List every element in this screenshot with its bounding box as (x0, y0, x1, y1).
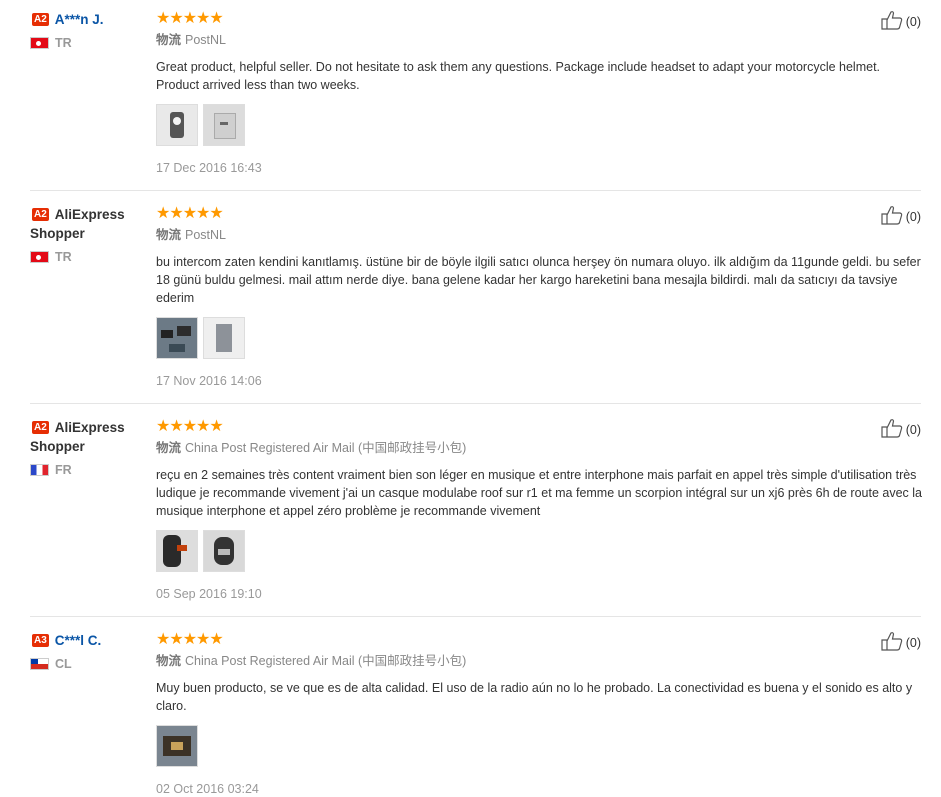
reviewer-name[interactable]: A***n J. (55, 12, 104, 27)
reviewer-name-line: A3 C***l C. (30, 631, 150, 650)
review-photo-thumbnail[interactable] (156, 530, 198, 572)
review-photo-thumbnail[interactable] (203, 530, 245, 572)
logistics-label: 物流 (156, 441, 182, 455)
review-date: 17 Dec 2016 16:43 (156, 161, 262, 175)
review-date: 05 Sep 2016 19:10 (156, 587, 262, 601)
helpful-button[interactable]: (0) (881, 631, 921, 653)
reviewer-country: TR (30, 249, 150, 265)
star-rating: ★★★★★ (156, 418, 224, 435)
star-rating: ★★★★★ (156, 631, 224, 648)
logistics-carrier: PostNL (185, 228, 227, 242)
logistics-info: 物流 PostNL (156, 32, 921, 48)
chile-flag-icon (30, 658, 49, 670)
review-photo-thumbnail[interactable] (203, 317, 245, 359)
turkey-flag-icon (30, 251, 49, 263)
logistics-info: 物流 PostNL (156, 227, 921, 243)
buyer-level-badge: A2 (32, 421, 49, 434)
review-text: bu intercom zaten kendini kanıtlamış. üs… (156, 255, 921, 305)
logistics-carrier: China Post Registered Air Mail (中国邮政挂号小包… (185, 441, 467, 455)
review-list: A2 A***n J. TR ★★★★★ 物流 PostNL Great produ… (0, 0, 941, 797)
reviewer-info: A2 AliExpress Shopper TR (30, 205, 150, 265)
country-code: CL (55, 657, 72, 671)
review-item: A3 C***l C. CL ★★★★★ 物流 China Post Registe… (30, 631, 921, 797)
logistics-info: 物流 China Post Registered Air Mail (中国邮政挂号… (156, 440, 921, 456)
reviewer-country: CL (30, 656, 150, 672)
review-photos (156, 725, 921, 767)
country-code: TR (55, 36, 72, 50)
review-photos (156, 104, 921, 146)
review-text: reçu en 2 semaines très content vraiment… (156, 468, 922, 518)
reviewer-info: A3 C***l C. CL (30, 631, 150, 672)
reviewer-name-line: A2 A***n J. (30, 10, 150, 29)
review-content: ★★★★★ 物流 PostNL bu intercom zaten kendini… (156, 205, 921, 389)
reviewer-info: A2 A***n J. TR (30, 10, 150, 51)
review-text: Muy buen producto, se ve que es de alta … (156, 681, 913, 713)
helpful-button[interactable]: (0) (881, 205, 921, 227)
review-photo-thumbnail[interactable] (156, 317, 198, 359)
helpful-count: (0) (905, 636, 921, 650)
france-flag-icon (30, 464, 49, 476)
review-date: 02 Oct 2016 03:24 (156, 782, 259, 796)
logistics-info: 物流 China Post Registered Air Mail (中国邮政挂号… (156, 653, 921, 669)
turkey-flag-icon (30, 37, 49, 49)
star-rating: ★★★★★ (156, 10, 224, 27)
star-rating: ★★★★★ (156, 205, 224, 222)
thumbs-up-icon (881, 206, 902, 225)
logistics-carrier: PostNL (185, 33, 227, 47)
helpful-button[interactable]: (0) (881, 418, 921, 440)
country-code: TR (55, 250, 72, 264)
review-photo-thumbnail[interactable] (203, 104, 245, 146)
review-photo-thumbnail[interactable] (156, 104, 198, 146)
helpful-count: (0) (905, 423, 921, 437)
review-content: ★★★★★ 物流 PostNL Great product, helpful se… (156, 10, 921, 176)
helpful-count: (0) (905, 15, 921, 29)
logistics-carrier: China Post Registered Air Mail (中国邮政挂号小包… (185, 654, 467, 668)
thumbs-up-icon (881, 11, 902, 30)
review-content: ★★★★★ 物流 China Post Registered Air Mail (… (156, 418, 922, 602)
review-content: ★★★★★ 物流 China Post Registered Air Mail (… (156, 631, 921, 797)
logistics-label: 物流 (156, 654, 182, 668)
buyer-level-badge: A2 (32, 208, 49, 221)
thumbs-up-icon (881, 632, 902, 651)
reviewer-name[interactable]: C***l C. (55, 633, 102, 648)
review-item: A2 AliExpress Shopper TR ★★★★★ 物流 PostNL b… (30, 205, 921, 404)
review-item: A2 AliExpress Shopper FR ★★★★★ 物流 China Po… (30, 418, 922, 617)
reviewer-name-line: A2 AliExpress Shopper (30, 205, 150, 243)
country-code: FR (55, 463, 72, 477)
review-photos (156, 317, 921, 359)
reviewer-info: A2 AliExpress Shopper FR (30, 418, 150, 478)
review-photo-thumbnail[interactable] (156, 725, 198, 767)
reviewer-country: TR (30, 35, 150, 51)
logistics-label: 物流 (156, 33, 182, 47)
buyer-level-badge: A3 (32, 634, 49, 647)
buyer-level-badge: A2 (32, 13, 49, 26)
helpful-button[interactable]: (0) (881, 10, 921, 32)
review-item: A2 A***n J. TR ★★★★★ 物流 PostNL Great produ… (30, 10, 921, 191)
reviewer-name-line: A2 AliExpress Shopper (30, 418, 150, 456)
logistics-label: 物流 (156, 228, 182, 242)
review-photos (156, 530, 921, 572)
helpful-count: (0) (905, 210, 921, 224)
review-text: Great product, helpful seller. Do not he… (156, 60, 881, 92)
thumbs-up-icon (881, 419, 902, 438)
reviewer-country: FR (30, 462, 150, 478)
review-date: 17 Nov 2016 14:06 (156, 374, 262, 388)
